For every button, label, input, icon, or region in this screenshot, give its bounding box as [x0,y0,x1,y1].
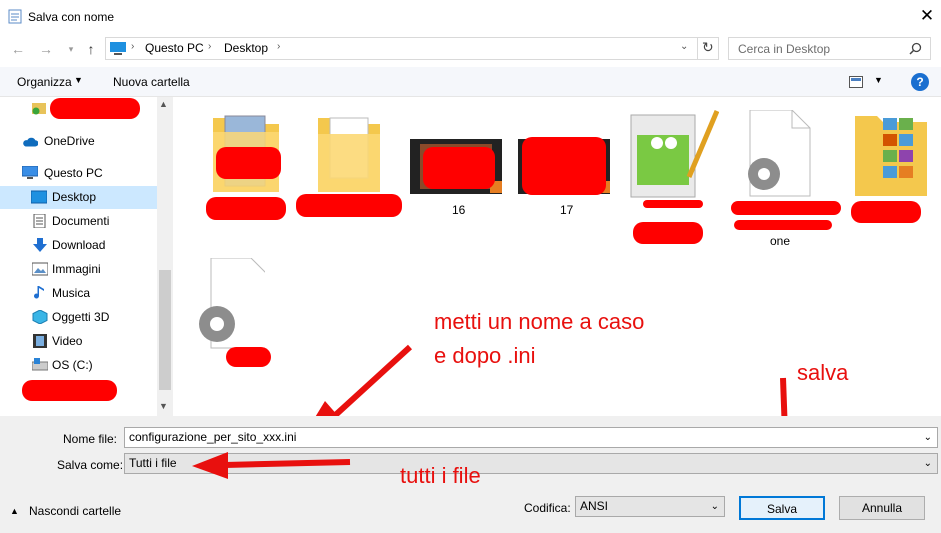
search-box[interactable]: Cerca in Desktop [728,37,931,60]
chevron-right-icon: › [277,41,281,52]
up-button[interactable]: ↑ [82,40,100,58]
help-icon[interactable]: ? [911,73,929,91]
redaction-mark [22,380,117,401]
annotation-name-hint-1: metti un nome a caso [434,309,645,334]
chevron-right-icon: › [131,41,135,52]
sidebar-item-redacted[interactable] [0,97,157,120]
search-icon[interactable] [909,42,922,55]
refresh-icon[interactable]: ↻ [702,39,714,56]
pictures-icon [32,262,48,276]
file-item[interactable] [848,107,938,227]
savetype-value: Tutti i file [129,456,177,470]
sidebar-item-video[interactable]: Video [0,330,157,353]
sidebar-item-os-c[interactable]: OS (C:) [0,354,157,377]
toolbar: Organizza ▼ Nuova cartella ▼ ? [0,67,941,97]
notepad-icon [8,9,22,24]
close-button[interactable]: ✕ [916,6,938,28]
file-item[interactable] [623,107,723,247]
cube-3d-icon [32,310,48,324]
sidebar-item-questo-pc[interactable]: Questo PC [0,162,157,185]
pictures-folder-icon [855,116,927,196]
cloud-icon [23,137,38,147]
cancel-button[interactable]: Annulla [839,496,925,520]
config-file-icon [199,258,265,349]
chevron-down-icon[interactable]: ⌄ [711,497,719,516]
sidebar-item-oggetti-3d[interactable]: Oggetti 3D [0,306,157,329]
document-icon [33,214,46,228]
encoding-label: Codifica: [524,501,571,515]
folder-icon [318,117,380,192]
sidebar-item-musica[interactable]: Musica [0,282,157,305]
annotation-type-hint: tutti i file [400,463,481,488]
address-dropdown-icon[interactable]: ⌄ [680,41,688,52]
recent-dropdown-icon[interactable]: ▾ [62,40,80,58]
view-dropdown-icon[interactable]: ▼ [874,75,883,85]
view-icon[interactable] [849,76,863,88]
file-item[interactable]: one [726,107,841,248]
back-button[interactable]: ← [9,40,27,58]
scrollbar-thumb[interactable] [159,270,171,390]
sidebar-item-immagini[interactable]: Immagini [0,258,157,281]
download-arrow-icon [33,238,47,252]
chevron-right-icon: › [208,41,212,52]
forward-button[interactable]: → [37,40,55,58]
encoding-select[interactable]: ANSI ⌄ [575,496,725,517]
desktop-icon [31,190,47,204]
savetype-label: Salva come: [57,458,124,472]
file-name: 17 [560,203,574,217]
organize-button[interactable]: Organizza [17,75,72,89]
annotation-save-hint: salva [797,360,849,385]
file-item[interactable] [193,257,283,377]
title-bar: Salva con nome ✕ [0,0,941,33]
search-input[interactable]: Cerca in Desktop [738,42,830,56]
breadcrumb-questo-pc[interactable]: Questo PC [145,41,204,55]
divider [697,38,698,59]
computer-icon [22,166,38,179]
sidebar-item-onedrive[interactable]: OneDrive [0,130,157,153]
scroll-up-icon[interactable]: ▲ [159,99,168,109]
config-file-icon [748,110,811,197]
filename-label: Nome file: [63,432,118,446]
notepad-plus-plus-icon [630,110,719,198]
file-item[interactable] [203,112,293,222]
annotation-name-hint-2: e dopo .ini [434,343,536,368]
chevron-down-icon[interactable]: ⌄ [924,454,932,473]
folder-shortcut-icon [32,103,46,115]
sidebar-item-download[interactable]: Download [0,234,157,257]
file-item[interactable] [293,112,403,222]
new-folder-button[interactable]: Nuova cartella [113,75,190,89]
hide-folders-button[interactable]: Nascondi cartelle [29,504,121,518]
save-button[interactable]: Salva [739,496,825,520]
sidebar-item-desktop[interactable]: Desktop [0,186,157,209]
navigation-pane: OneDrive Questo PC Desktop Documenti Dow… [0,97,173,416]
file-name: one [770,234,791,248]
drive-icon [32,358,48,371]
savetype-select[interactable]: Tutti i file ⌄ [124,453,938,474]
sidebar-item-documenti[interactable]: Documenti [0,210,157,233]
pc-icon [110,42,126,55]
filename-input[interactable]: configurazione_per_sito_xxx.ini ⌄ [124,427,938,448]
encoding-value: ANSI [580,499,609,513]
file-item[interactable]: 17 [516,137,611,222]
address-bar[interactable]: › Questo PC › Desktop › ⌄ ↻ [105,37,719,60]
film-icon [33,334,47,348]
chevron-up-icon[interactable]: ▲ [10,506,19,516]
music-note-icon [34,286,44,299]
scroll-down-icon[interactable]: ▼ [159,401,168,411]
file-name: 16 [452,203,466,217]
filename-value: configurazione_per_sito_xxx.ini [129,430,297,444]
breadcrumb-desktop[interactable]: Desktop [224,41,268,55]
chevron-down-icon[interactable]: ⌄ [924,428,932,447]
file-item[interactable]: 16 [408,137,503,222]
chevron-down-icon: ▼ [74,75,83,85]
window-title: Salva con nome [28,10,115,24]
